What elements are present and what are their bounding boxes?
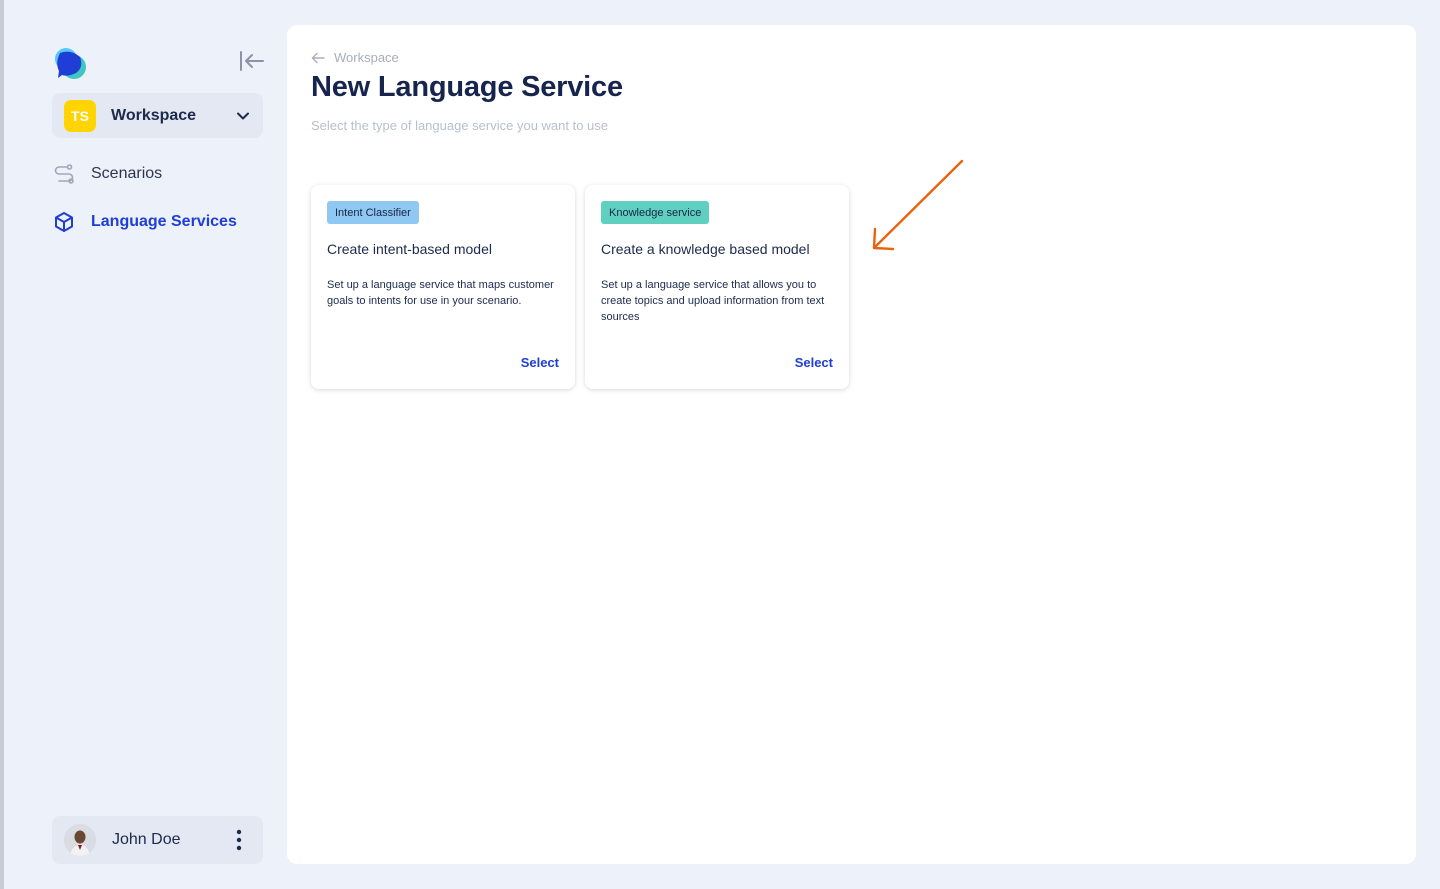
collapse-sidebar-icon[interactable] [237,48,267,74]
arrow-left-icon [311,51,327,65]
user-name: John Doe [112,831,181,848]
page-title: New Language Service [311,71,623,103]
route-icon [52,162,76,186]
avatar [64,824,96,856]
page-subtitle: Select the type of language service you … [311,118,609,133]
user-profile[interactable]: John Doe [52,816,263,864]
sidebar-item-label: Language Services [91,213,237,230]
sidebar-item-scenarios[interactable]: Scenarios [52,158,263,190]
breadcrumb[interactable]: Workspace [311,50,399,65]
sidebar-item-language-services[interactable]: Language Services [52,206,263,238]
card-description: Set up a language service that maps cust… [327,279,554,307]
cube-icon [52,210,76,234]
select-button[interactable]: Select [795,355,833,370]
workspace-name: Workspace [111,106,197,124]
more-vertical-icon[interactable] [227,828,251,852]
card-tag: Knowledge service [601,201,710,224]
main-panel: Workspace New Language Service Select th… [287,25,1416,864]
workspace-selector[interactable]: TS Workspace [52,93,263,138]
card-description: Set up a language service that allows yo… [601,279,825,323]
workspace-badge: TS [64,99,96,132]
sidebar-item-label: Scenarios [91,165,163,182]
sidebar: TS Workspace Scenarios Language Services… [4,0,287,889]
card-tag: Intent Classifier [327,201,419,224]
card-title: Create a knowledge based model [601,241,810,257]
chevron-down-icon [235,108,251,124]
service-card-knowledge[interactable]: Knowledge service Create a knowledge bas… [585,185,849,389]
select-button[interactable]: Select [521,355,559,370]
card-title: Create intent-based model [327,241,492,257]
annotation-arrow-icon [872,159,964,251]
breadcrumb-label: Workspace [334,50,399,65]
service-card-intent[interactable]: Intent Classifier Create intent-based mo… [311,185,575,389]
app-logo-icon[interactable] [52,47,88,81]
